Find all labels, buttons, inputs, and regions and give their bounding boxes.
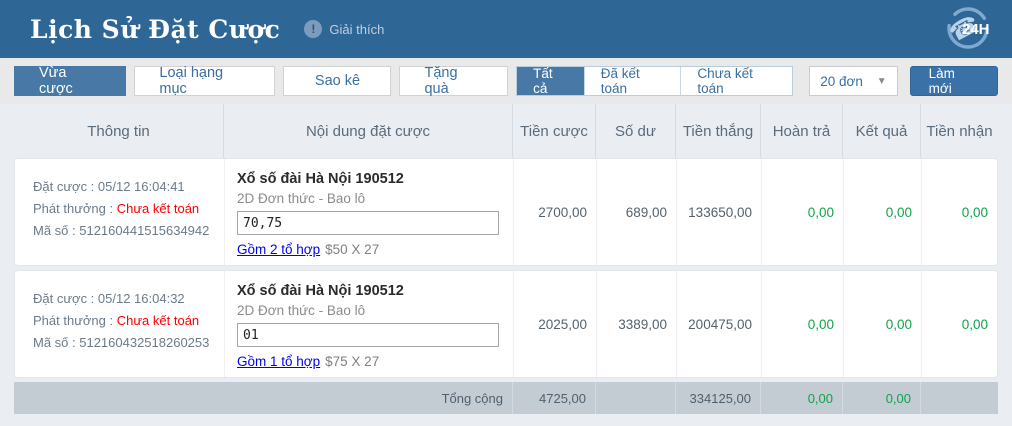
tab-loai-hang-muc[interactable]: Loại hạng mục	[134, 66, 275, 96]
filter-controls: Tất cả Đã kết toán Chưa kết toán 20 đơn …	[516, 66, 998, 96]
totals-row: Tổng cộng 4725,00 334125,00 0,00 0,00	[14, 382, 998, 414]
bet-time: Đặt cược : 05/12 16:04:41	[33, 176, 218, 198]
filter-unsettled[interactable]: Chưa kết toán	[680, 67, 792, 95]
combo-line: Gồm 1 tổ hợp $75 X 27	[237, 354, 499, 369]
bet-code: Mã số : 512160432518260253	[33, 332, 218, 354]
balance: 3389,00	[596, 271, 676, 377]
combo-detail: $75 X 27	[325, 354, 379, 369]
status-badge: Chưa kết toán	[117, 201, 199, 216]
status-badge: Chưa kết toán	[117, 313, 199, 328]
combo-detail: $50 X 27	[325, 242, 379, 257]
game-title: Xổ số đài Hà Nội 190512	[237, 171, 499, 187]
page-title: Lịch Sử Đặt Cược	[30, 15, 280, 44]
refresh-button[interactable]: Làm mới	[910, 66, 998, 96]
col-thong-tin: Thông tin	[14, 104, 223, 158]
refund: 0,00	[761, 271, 843, 377]
total-balance	[595, 382, 675, 414]
bet-content: Xổ số đài Hà Nội 190512 2D Đơn thức - Ba…	[224, 159, 513, 265]
combo-link[interactable]: Gồm 1 tổ hợp	[237, 354, 320, 369]
col-tien-nhan: Tiền nhận	[920, 104, 998, 158]
bet-info: Đặt cược : 05/12 16:04:32 Phát thưởng : …	[15, 271, 224, 377]
col-so-du: Số dư	[595, 104, 675, 158]
help-label: Giải thích	[329, 22, 384, 37]
filter-settled[interactable]: Đã kết toán	[584, 67, 681, 95]
bet-type: 2D Đơn thức - Bao lô	[237, 303, 499, 318]
bet-amount: 2700,00	[513, 159, 596, 265]
bet-code: Mã số : 512160441515634942	[33, 220, 218, 242]
receive-amount: 0,00	[921, 271, 997, 377]
numbers-input[interactable]	[237, 323, 499, 347]
result: 0,00	[843, 271, 921, 377]
col-noi-dung: Nội dung đặt cược	[223, 104, 512, 158]
table-row: Đặt cược : 05/12 16:04:32 Phát thưởng : …	[14, 270, 998, 378]
table-row: Đặt cược : 05/12 16:04:41 Phát thưởng : …	[14, 158, 998, 266]
payout-status-line: Phát thưởng : Chưa kết toán	[33, 198, 218, 220]
col-ket-qua: Kết quả	[842, 104, 920, 158]
result: 0,00	[843, 159, 921, 265]
status-filter-group: Tất cả Đã kết toán Chưa kết toán	[516, 66, 793, 96]
totals-label: Tổng cộng	[14, 382, 512, 414]
toolbar: Vừa cược Loại hạng mục Sao kê Tặng quà T…	[0, 58, 1012, 104]
bet-time: Đặt cược : 05/12 16:04:32	[33, 288, 218, 310]
payout-status-line: Phát thưởng : Chưa kết toán	[33, 310, 218, 332]
win-amount: 133650,00	[676, 159, 761, 265]
numbers-input[interactable]	[237, 211, 499, 235]
total-receive	[920, 382, 998, 414]
refund: 0,00	[761, 159, 843, 265]
combo-line: Gồm 2 tổ hợp $50 X 27	[237, 242, 499, 257]
total-result: 0,00	[842, 382, 920, 414]
tab-vua-cuoc[interactable]: Vừa cược	[14, 66, 126, 96]
filter-all[interactable]: Tất cả	[517, 67, 584, 95]
col-tien-cuoc: Tiền cược	[512, 104, 595, 158]
total-refund: 0,00	[760, 382, 842, 414]
tab-tang-qua[interactable]: Tặng quà	[399, 66, 508, 96]
col-hoan-tra: Hoàn trả	[760, 104, 842, 158]
total-win-amount: 334125,00	[675, 382, 760, 414]
combo-link[interactable]: Gồm 2 tổ hợp	[237, 242, 320, 257]
page-size-value: 20 đơn	[820, 74, 863, 89]
win-amount: 200475,00	[676, 271, 761, 377]
bet-type: 2D Đơn thức - Bao lô	[237, 191, 499, 206]
hotline-24h-logo: ☎ 24H	[942, 4, 994, 54]
bet-amount: 2025,00	[513, 271, 596, 377]
col-tien-thang: Tiền thắng	[675, 104, 760, 158]
page-size-select[interactable]: 20 đơn ▼	[809, 66, 897, 96]
game-title: Xổ số đài Hà Nội 190512	[237, 283, 499, 299]
balance: 689,00	[596, 159, 676, 265]
svg-text:24H: 24H	[962, 21, 990, 38]
table-header: Thông tin Nội dung đặt cược Tiền cược Số…	[14, 104, 998, 158]
tab-sao-ke[interactable]: Sao kê	[283, 66, 391, 96]
chevron-down-icon: ▼	[877, 76, 887, 87]
header-bar: Lịch Sử Đặt Cược ! Giải thích ☎ 24H	[0, 0, 1012, 58]
bet-content: Xổ số đài Hà Nội 190512 2D Đơn thức - Ba…	[224, 271, 513, 377]
info-icon: !	[304, 20, 322, 38]
receive-amount: 0,00	[921, 159, 997, 265]
bet-info: Đặt cược : 05/12 16:04:41 Phát thưởng : …	[15, 159, 224, 265]
help-link[interactable]: ! Giải thích	[304, 20, 384, 38]
total-bet-amount: 4725,00	[512, 382, 595, 414]
